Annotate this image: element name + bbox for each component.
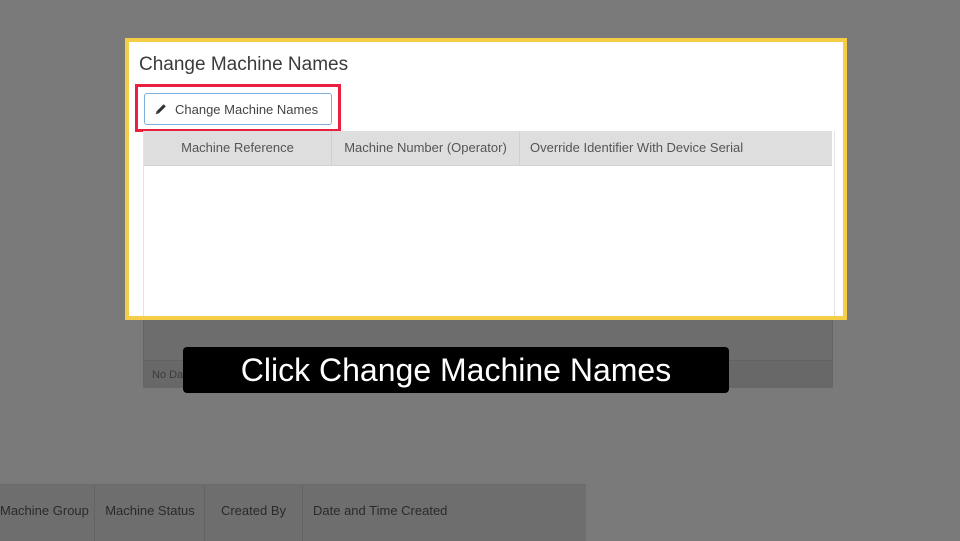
column-header-date-time-created: Date and Time Created xyxy=(313,503,448,518)
instruction-caption: Click Change Machine Names xyxy=(183,347,729,393)
column-header-override-identifier[interactable]: Override Identifier With Device Serial xyxy=(520,131,832,165)
column-header-machine-status: Machine Status xyxy=(96,485,205,541)
column-header-machine-group: Machine Group xyxy=(0,485,95,541)
column-header-machine-reference[interactable]: Machine Reference xyxy=(144,131,332,165)
dialog-title: Change Machine Names xyxy=(139,54,349,75)
pencil-icon xyxy=(155,104,166,115)
no-data-text: No Da xyxy=(152,369,184,381)
background-grid-header: Machine Group Machine Status Created By … xyxy=(0,484,586,541)
change-machine-names-button[interactable]: Change Machine Names xyxy=(144,93,332,125)
change-machine-names-button-label: Change Machine Names xyxy=(175,101,319,117)
column-header-created-by: Created By xyxy=(205,485,303,541)
grid-header: Machine Reference Machine Number (Operat… xyxy=(144,131,832,166)
machine-names-grid: Machine Reference Machine Number (Operat… xyxy=(143,131,835,316)
highlight-panel: Change Machine Names Change Machine Name… xyxy=(125,38,847,320)
column-header-machine-number[interactable]: Machine Number (Operator) xyxy=(332,131,520,165)
